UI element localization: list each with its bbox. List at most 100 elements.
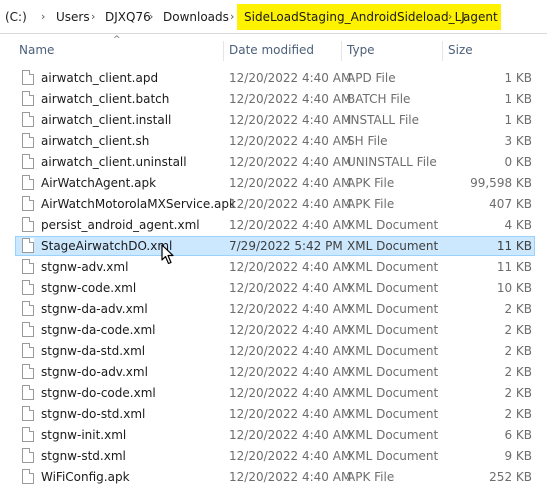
file-row[interactable]: StageAirwatchDO.xml 7/29/2022 5:42 PM XML …	[0, 236, 547, 257]
file-row[interactable]: persist_android_agent.xml 12/20/2022 4:40…	[0, 215, 547, 236]
file-row[interactable]: AirWatchMotorolaMXService.apk 12/20/2022 …	[0, 194, 547, 215]
file-row[interactable]: airwatch_client.batch 12/20/2022 4:40 AM B…	[0, 89, 547, 110]
file-name[interactable]: stgnw-do-code.xml	[41, 383, 156, 404]
file-icon	[22, 175, 34, 190]
file-row[interactable]: stgnw-std.xml 12/20/2022 4:40 AM XML Docum…	[0, 446, 547, 467]
file-date: 12/20/2022 4:40 AM	[229, 344, 352, 358]
file-name[interactable]: AirWatchAgent.apk	[41, 173, 156, 194]
file-type: XML Document	[347, 365, 439, 379]
file-name[interactable]: stgnw-std.xml	[41, 446, 126, 467]
file-row[interactable]: airwatch_client.install 12/20/2022 4:40 A…	[0, 110, 547, 131]
file-size: 99,598 KB	[470, 176, 532, 190]
file-type: APK File	[347, 176, 395, 190]
chevron-right-icon[interactable]: ›	[34, 10, 52, 23]
file-type: XML Document	[347, 428, 439, 442]
column-divider[interactable]	[223, 41, 224, 61]
file-name[interactable]: persist_android_agent.xml	[41, 215, 200, 236]
file-date: 12/20/2022 4:40 AM	[229, 386, 352, 400]
column-divider[interactable]	[442, 41, 443, 61]
breadcrumb-sideload-folder[interactable]: SideLoadStaging_AndroidSideload_LJ	[243, 10, 466, 24]
file-date: 12/20/2022 4:40 AM	[229, 218, 352, 232]
breadcrumb-agent[interactable]: agent	[462, 10, 499, 24]
file-row[interactable]: stgnw-do-code.xml 12/20/2022 4:40 AM XML D…	[0, 383, 547, 404]
chevron-right-icon[interactable]: ›	[84, 10, 102, 23]
file-date: 12/20/2022 4:40 AM	[229, 449, 352, 463]
file-date: 12/20/2022 4:40 AM	[229, 260, 352, 274]
file-icon	[22, 406, 34, 421]
file-row[interactable]: AirWatchAgent.apk 12/20/2022 4:40 AM APK F…	[0, 173, 547, 194]
file-name[interactable]: stgnw-adv.xml	[41, 257, 128, 278]
file-name[interactable]: AirWatchMotorolaMXService.apk	[41, 194, 236, 215]
file-name[interactable]: stgnw-code.xml	[41, 278, 136, 299]
column-header-size[interactable]: Size	[448, 35, 473, 65]
file-date: 12/20/2022 4:40 AM	[229, 407, 352, 421]
file-row[interactable]: stgnw-do-adv.xml 12/20/2022 4:40 AM XML Do…	[0, 362, 547, 383]
file-size: 6 KB	[504, 428, 532, 442]
file-name[interactable]: WiFiConfig.apk	[41, 467, 130, 488]
file-icon	[22, 301, 34, 316]
file-icon	[22, 322, 34, 337]
address-bar[interactable]: (C:) › Users › DJXQ76 › Downloads › Side…	[0, 0, 547, 34]
file-row[interactable]: stgnw-da-std.xml 12/20/2022 4:40 AM XML Do…	[0, 341, 547, 362]
file-name[interactable]: airwatch_client.sh	[41, 131, 149, 152]
column-divider[interactable]	[341, 41, 342, 61]
file-type: APK File	[347, 470, 395, 484]
file-name[interactable]: stgnw-do-adv.xml	[41, 362, 148, 383]
file-type: XML Document	[347, 281, 439, 295]
column-header-type[interactable]: Type	[347, 35, 375, 65]
file-icon	[22, 427, 34, 442]
file-type: UNINSTALL File	[347, 155, 437, 169]
file-size: 4 KB	[504, 218, 532, 232]
file-icon	[22, 448, 34, 463]
file-icon	[22, 112, 34, 127]
file-name[interactable]: stgnw-da-std.xml	[41, 341, 145, 362]
file-row[interactable]: airwatch_client.uninstall 12/20/2022 4:40…	[0, 152, 547, 173]
file-date: 7/29/2022 5:42 PM	[229, 239, 343, 253]
column-header-name[interactable]: Name	[19, 35, 54, 65]
file-icon	[22, 91, 34, 106]
file-size: 2 KB	[504, 386, 532, 400]
file-row[interactable]: stgnw-da-adv.xml 12/20/2022 4:40 AM XML Do…	[0, 299, 547, 320]
file-size: 0 KB	[504, 155, 532, 169]
file-name[interactable]: airwatch_client.install	[41, 110, 171, 131]
file-name[interactable]: stgnw-da-code.xml	[41, 320, 156, 341]
file-date: 12/20/2022 4:40 AM	[229, 134, 352, 148]
breadcrumb-downloads[interactable]: Downloads	[162, 10, 230, 24]
file-date: 12/20/2022 4:40 AM	[229, 428, 352, 442]
file-size: 252 KB	[489, 470, 532, 484]
file-row[interactable]: stgnw-init.xml 12/20/2022 4:40 AM XML Docu…	[0, 425, 547, 446]
chevron-right-icon[interactable]: ›	[223, 10, 241, 23]
breadcrumb-drive[interactable]: (C:)	[4, 10, 28, 24]
file-row[interactable]: stgnw-adv.xml 12/20/2022 4:40 AM XML Docum…	[0, 257, 547, 278]
file-row[interactable]: stgnw-da-code.xml 12/20/2022 4:40 AM XML D…	[0, 320, 547, 341]
file-name[interactable]: airwatch_client.uninstall	[41, 152, 187, 173]
file-type: XML Document	[347, 386, 439, 400]
file-size: 11 KB	[496, 239, 532, 253]
file-type: SH File	[347, 134, 388, 148]
file-row[interactable]: airwatch_client.apd 12/20/2022 4:40 AM APD…	[0, 68, 547, 89]
file-name[interactable]: stgnw-da-adv.xml	[41, 299, 148, 320]
file-type: XML Document	[347, 218, 439, 232]
chevron-right-icon[interactable]: ›	[142, 10, 160, 23]
file-icon	[22, 259, 34, 274]
file-type: XML Document	[347, 407, 439, 421]
file-name[interactable]: StageAirwatchDO.xml	[41, 236, 172, 257]
file-size: 2 KB	[504, 365, 532, 379]
file-size: 1 KB	[504, 71, 532, 85]
file-row[interactable]: stgnw-code.xml 12/20/2022 4:40 AM XML Docu…	[0, 278, 547, 299]
column-header-date[interactable]: Date modified	[229, 35, 314, 65]
chevron-right-icon[interactable]: ›	[441, 10, 459, 23]
file-name[interactable]: airwatch_client.batch	[41, 89, 169, 110]
file-row[interactable]: WiFiConfig.apk 12/20/2022 4:40 AM APK File…	[0, 467, 547, 488]
file-icon	[22, 133, 34, 148]
file-name[interactable]: stgnw-do-std.xml	[41, 404, 145, 425]
file-icon	[22, 238, 34, 253]
file-row[interactable]: stgnw-do-std.xml 12/20/2022 4:40 AM XML Do…	[0, 404, 547, 425]
file-icon	[22, 154, 34, 169]
file-date: 12/20/2022 4:40 AM	[229, 470, 352, 484]
file-row[interactable]: airwatch_client.sh 12/20/2022 4:40 AM SH F…	[0, 131, 547, 152]
file-icon	[22, 469, 34, 484]
file-type: XML Document	[347, 239, 439, 253]
file-name[interactable]: airwatch_client.apd	[41, 68, 158, 89]
file-name[interactable]: stgnw-init.xml	[41, 425, 126, 446]
